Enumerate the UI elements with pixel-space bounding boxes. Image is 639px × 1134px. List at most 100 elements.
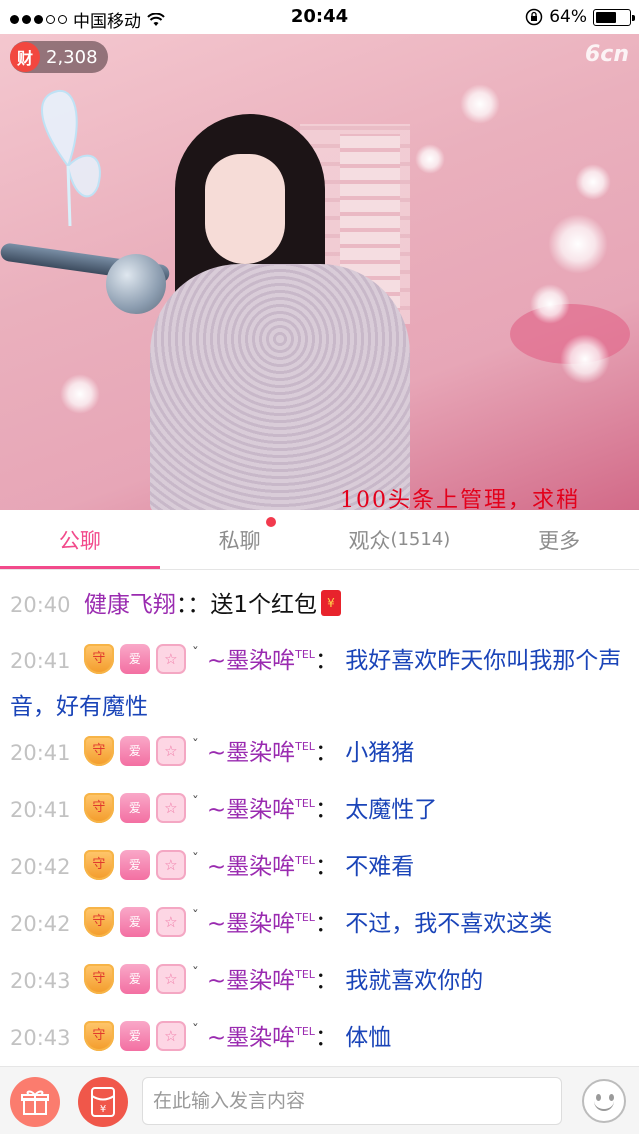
message-username[interactable]: ~墨染哞 — [207, 911, 295, 937]
chat-message: 20:42 守爱 ☆ ˇ ~墨染哞TEL： 不过，我不喜欢这类 — [10, 903, 630, 949]
battery-fill — [596, 11, 617, 23]
user-tel-tag: TEL — [295, 854, 315, 867]
message-time: 20:42 — [10, 912, 71, 936]
red-packet-button[interactable]: ¥ — [78, 1077, 128, 1127]
user-tel-tag: TEL — [295, 911, 315, 924]
tab-private-chat[interactable]: 私聊 — [160, 510, 320, 569]
sparkle-effect — [60, 374, 100, 414]
status-bar-right: 64% — [525, 7, 635, 27]
chat-message: 20:41 守爱 ☆ ˇ ~墨染哞TEL： 我好喜欢昨天你叫我那个声音，好有魔性 — [10, 640, 630, 728]
star-badge-icon: ☆ — [155, 792, 186, 823]
message-time: 20:41 — [10, 741, 71, 765]
user-tel-tag: TEL — [295, 648, 315, 661]
star-badge-icon: ☆ — [155, 643, 186, 674]
sparkle-effect — [548, 214, 608, 274]
video-overlay-text: 100头条上管理，求稍 — [340, 488, 580, 510]
message-time: 20:41 — [10, 798, 71, 822]
message-time: 20:41 — [10, 649, 71, 673]
message-username[interactable]: ~墨染哞 — [207, 968, 295, 994]
star-badge-icon: ☆ — [155, 963, 186, 994]
butterfly-effect-icon — [41, 89, 101, 227]
love-badge-icon: 爱 — [119, 643, 150, 674]
wealth-badge[interactable]: 财 2,308 — [10, 41, 108, 73]
microphone-icon — [106, 254, 166, 314]
user-tel-tag: TEL — [295, 968, 315, 981]
battery-percent: 64% — [549, 7, 587, 27]
audience-count: (1514) — [390, 529, 451, 550]
wealth-count: 2,308 — [46, 46, 98, 68]
red-packet-icon: ¥ — [91, 1087, 115, 1117]
message-time: 20:40 — [10, 593, 71, 617]
love-badge-icon: 爱 — [119, 849, 150, 880]
battery-icon — [593, 8, 635, 26]
message-username[interactable]: ~墨染哞 — [207, 797, 295, 823]
wealth-icon: 财 — [10, 42, 40, 72]
badge-tick: ˇ — [191, 852, 199, 868]
message-text: 太魔性了 — [345, 797, 438, 823]
emoji-button[interactable] — [582, 1079, 626, 1123]
message-time: 20:43 — [10, 969, 71, 993]
message-username[interactable]: ~墨染哞 — [207, 648, 295, 674]
red-packet-icon[interactable]: ¥ — [320, 589, 341, 616]
star-badge-icon: ☆ — [155, 735, 186, 766]
chat-message: 20:40 健康飞翔：：送1个红包 ¥ — [10, 584, 630, 626]
sparkle-effect — [460, 84, 500, 124]
guard-badge-icon: 守 — [83, 735, 114, 766]
user-tel-tag: TEL — [295, 1025, 315, 1038]
chat-list[interactable]: 20:40 健康飞翔：：送1个红包 ¥ 20:41 守爱 ☆ ˇ ~墨染哞TEL： 我好… — [0, 572, 639, 1066]
chat-message: 20:43 守爱 ☆ ˇ ~墨染哞TEL： 体恤 — [10, 1017, 630, 1063]
unread-dot-icon — [266, 517, 276, 527]
guard-badge-icon: 守 — [83, 963, 114, 994]
star-badge-icon: ☆ — [155, 1020, 186, 1051]
chat-message: 20:41 守爱 ☆ ˇ ~墨染哞TEL： 太魔性了 — [10, 789, 630, 835]
live-video[interactable]: 财 2,308 6cn 100头条上管理，求稍 — [0, 34, 639, 510]
message-text: 体恤 — [345, 1025, 392, 1051]
badge-tick: ˇ — [191, 738, 199, 754]
message-text: 不过，我不喜欢这类 — [345, 911, 553, 937]
user-tel-tag: TEL — [295, 797, 315, 810]
guard-badge-icon: 守 — [83, 792, 114, 823]
active-tab-indicator — [0, 566, 160, 569]
message-username[interactable]: 健康飞翔 — [84, 592, 176, 618]
message-text: 小猪猪 — [345, 740, 415, 766]
status-bar: 中国移动 20:44 64% — [0, 0, 639, 34]
user-tel-tag: TEL — [295, 740, 315, 753]
input-bar: ¥ — [0, 1066, 639, 1134]
message-username[interactable]: ~墨染哞 — [207, 1025, 295, 1051]
guard-badge-icon: 守 — [83, 849, 114, 880]
streamer-face — [205, 154, 285, 264]
message-text: 我就喜欢你的 — [345, 968, 484, 994]
sparkle-effect — [530, 284, 570, 324]
sparkle-effect — [560, 334, 610, 384]
star-badge-icon: ☆ — [155, 906, 186, 937]
message-username[interactable]: ~墨染哞 — [207, 854, 295, 880]
streamer-dress — [150, 264, 410, 510]
gift-button[interactable] — [10, 1077, 60, 1127]
message-time: 20:42 — [10, 855, 71, 879]
love-badge-icon: 爱 — [119, 963, 150, 994]
chat-message: 20:41 守爱 ☆ ˇ ~墨染哞TEL： 小猪猪 — [10, 732, 630, 778]
badge-tick: ˇ — [191, 1023, 199, 1039]
message-text: 送1个红包 — [210, 592, 317, 618]
site-logo: 6cn — [584, 42, 629, 67]
tab-public-chat[interactable]: 公聊 — [0, 510, 160, 569]
guard-badge-icon: 守 — [83, 906, 114, 937]
svg-text:¥: ¥ — [100, 1104, 106, 1115]
badge-tick: ˇ — [191, 966, 199, 982]
message-text: 不难看 — [345, 854, 415, 880]
message-input[interactable] — [142, 1077, 562, 1125]
chat-message: 20:43 守爱 ☆ ˇ ~墨染哞TEL： 我就喜欢你的 — [10, 960, 630, 1006]
tab-audience[interactable]: 观众 (1514) — [320, 510, 480, 569]
star-badge-icon: ☆ — [155, 849, 186, 880]
love-badge-icon: 爱 — [119, 792, 150, 823]
tab-more[interactable]: 更多 — [479, 510, 639, 569]
guard-badge-icon: 守 — [83, 1020, 114, 1051]
badge-tick: ˇ — [191, 795, 199, 811]
message-username[interactable]: ~墨染哞 — [207, 740, 295, 766]
love-badge-icon: 爱 — [119, 906, 150, 937]
sparkle-effect — [575, 164, 611, 200]
love-badge-icon: 爱 — [119, 1020, 150, 1051]
badge-tick: ˇ — [191, 646, 199, 662]
badge-tick: ˇ — [191, 909, 199, 925]
gift-icon — [21, 1090, 49, 1115]
